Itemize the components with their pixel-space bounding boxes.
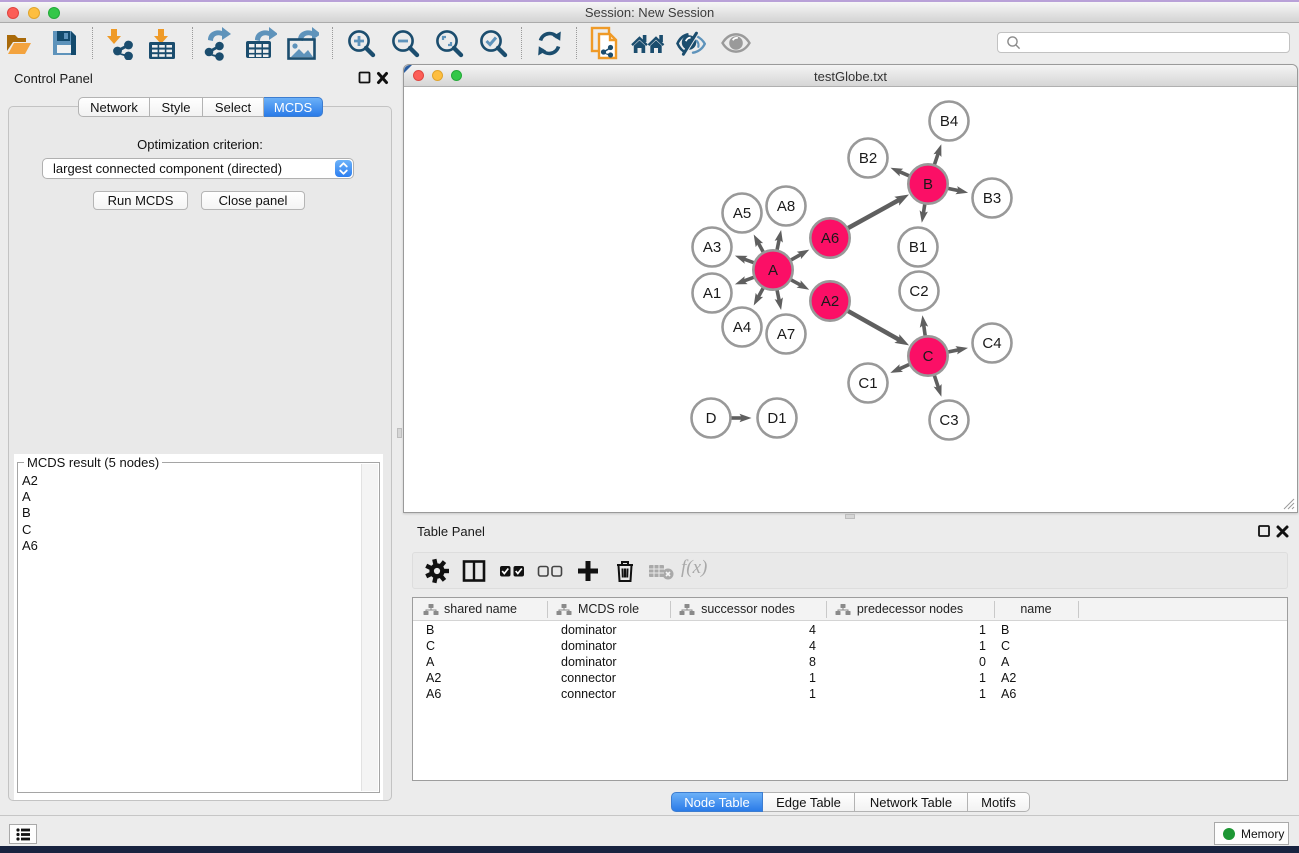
svg-text:C1: C1 [858, 375, 877, 392]
svg-text:A6: A6 [821, 230, 839, 247]
svg-text:B2: B2 [859, 150, 877, 167]
svg-text:D1: D1 [767, 410, 786, 427]
svg-text:C4: C4 [982, 335, 1001, 352]
svg-text:A7: A7 [777, 326, 795, 343]
svg-text:C3: C3 [939, 412, 958, 429]
svg-text:A3: A3 [703, 239, 721, 256]
svg-text:A1: A1 [703, 285, 721, 302]
svg-text:B3: B3 [983, 190, 1001, 207]
svg-text:A5: A5 [733, 205, 751, 222]
svg-text:D: D [706, 410, 717, 427]
svg-text:A: A [768, 262, 778, 279]
svg-text:A4: A4 [733, 319, 751, 336]
svg-text:C: C [923, 348, 934, 365]
svg-text:B1: B1 [909, 239, 927, 256]
svg-text:B: B [923, 176, 933, 193]
svg-text:A2: A2 [821, 293, 839, 310]
svg-text:B4: B4 [940, 113, 958, 130]
svg-text:C2: C2 [909, 283, 928, 300]
svg-text:A8: A8 [777, 198, 795, 215]
